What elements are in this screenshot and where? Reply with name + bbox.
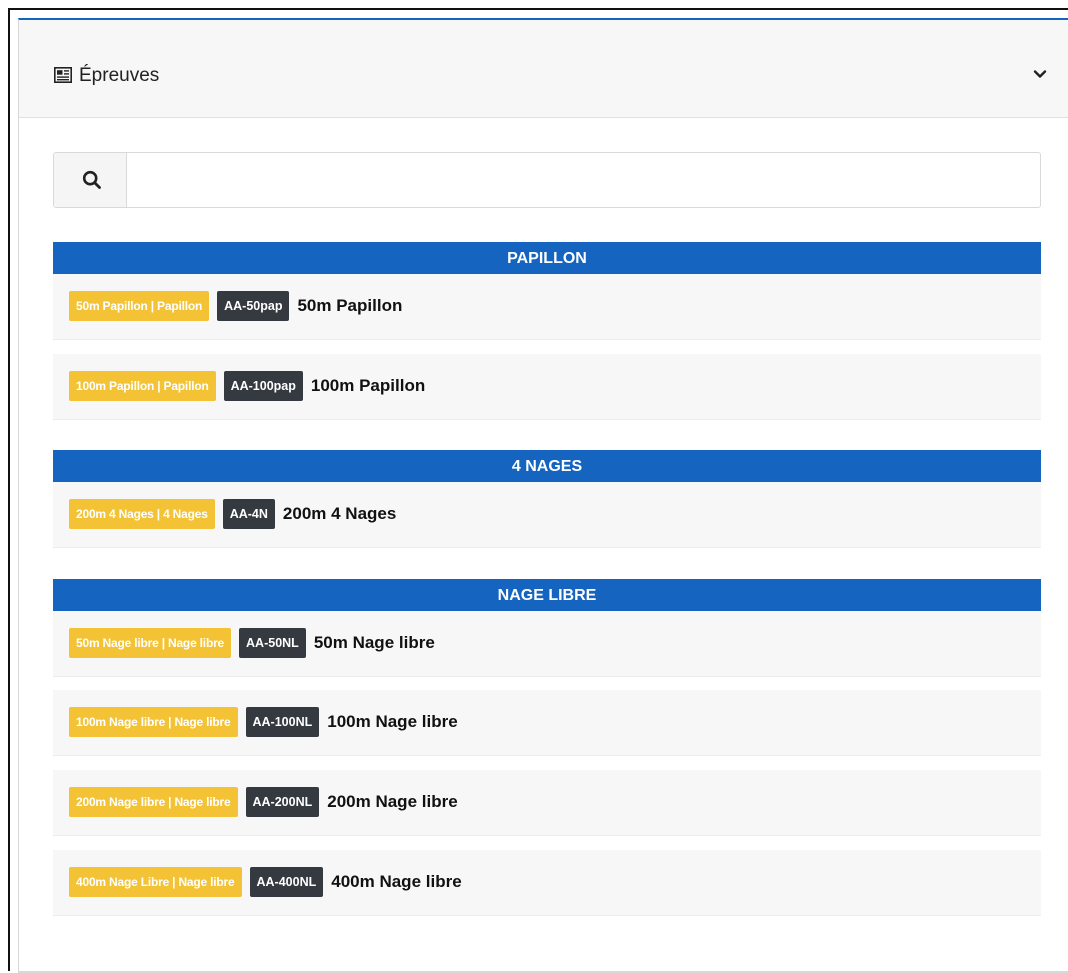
code-badge: AA-50pap [217,291,290,321]
category-badge: 50m Nage libre | Nage libre [69,628,232,658]
event-name: 50m Nage libre [313,633,435,652]
card-header[interactable]: Épreuves [19,20,1068,118]
category-badge: 100m Nage libre | Nage libre [69,707,238,737]
group-header-4-nages: 4 NAGES [53,450,1041,482]
event-row[interactable]: 200m Nage libre | Nage libre AA-200NL 20… [53,770,1041,836]
category-badge: 200m Nage libre | Nage libre [69,787,238,817]
code-badge: AA-100pap [223,371,303,401]
event-row[interactable]: 100m Nage libre | Nage libre AA-100NL 10… [53,690,1041,756]
group-header-nage-libre: NAGE LIBRE [53,579,1041,611]
code-badge: AA-4N [222,499,275,529]
code-badge: AA-400NL [249,867,324,897]
code-badge: AA-200NL [245,787,320,817]
category-badge: 400m Nage Libre | Nage libre [69,867,242,897]
event-row[interactable]: 50m Papillon | Papillon AA-50pap 50m Pap… [53,274,1041,340]
event-row[interactable]: 100m Papillon | Papillon AA-100pap 100m … [53,354,1041,420]
window-frame: Épreuves PAPILLON 50m Papillon | Papillo… [8,8,1068,973]
event-name: 50m Papillon [297,296,403,315]
search-addon [54,153,127,207]
search-icon [82,170,101,189]
category-badge: 100m Papillon | Papillon [69,371,216,401]
search-input[interactable] [127,153,1037,207]
event-row[interactable]: 50m Nage libre | Nage libre AA-50NL 50m … [53,611,1041,677]
events-card: Épreuves PAPILLON 50m Papillon | Papillo… [18,18,1068,973]
event-row[interactable]: 200m 4 Nages | 4 Nages AA-4N 200m 4 Nage… [53,482,1041,548]
group-header-papillon: PAPILLON [53,242,1041,274]
search-box [53,152,1041,208]
chevron-down-icon[interactable] [1033,69,1047,79]
newspaper-icon [54,67,72,83]
event-name: 100m Papillon [310,376,426,395]
event-name: 200m 4 Nages [282,504,397,523]
category-badge: 50m Papillon | Papillon [69,291,210,321]
code-badge: AA-100NL [245,707,320,737]
code-badge: AA-50NL [239,628,306,658]
event-row[interactable]: 400m Nage Libre | Nage libre AA-400NL 40… [53,850,1041,916]
card-title: Épreuves [79,65,160,86]
event-name: 200m Nage libre [327,792,458,811]
event-name: 100m Nage libre [327,712,458,731]
event-name: 400m Nage libre [331,872,462,891]
category-badge: 200m 4 Nages | 4 Nages [69,499,215,529]
